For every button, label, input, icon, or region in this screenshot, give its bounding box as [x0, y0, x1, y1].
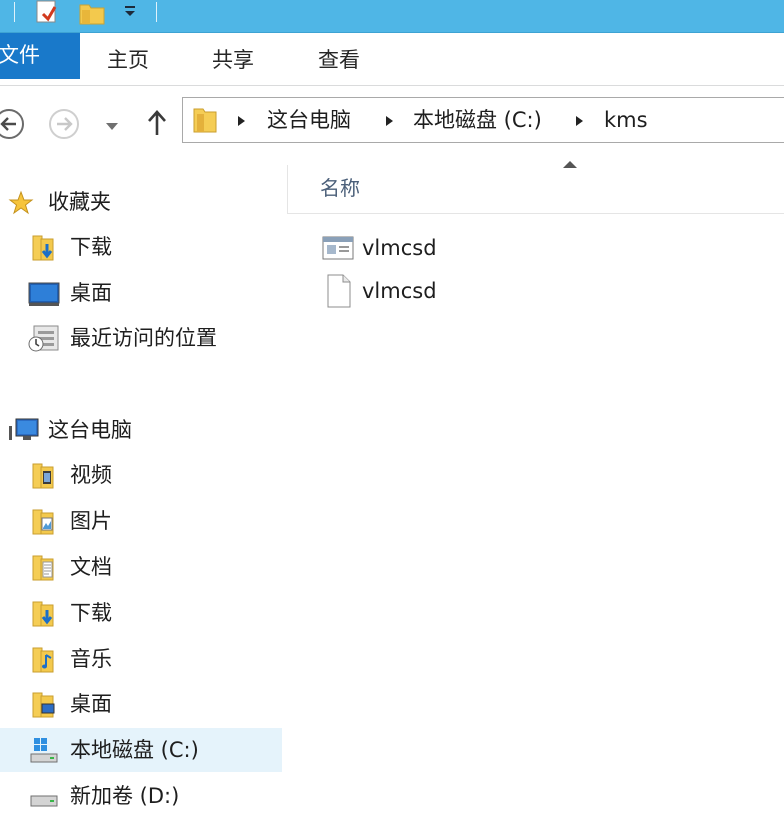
properties-icon[interactable]	[34, 0, 60, 30]
qat-separator	[14, 2, 15, 22]
nav-favorites[interactable]: 收藏夹	[0, 180, 282, 224]
breadcrumb-kms[interactable]: kms	[604, 98, 648, 142]
pictures-folder-icon	[30, 507, 58, 541]
nav-favorites-desktop[interactable]: 桌面	[0, 271, 282, 315]
column-header-name[interactable]: 名称	[287, 165, 784, 214]
nav-label: 下载	[70, 235, 112, 259]
nav-pc-music[interactable]: 音乐	[0, 637, 282, 681]
downloads-folder-icon	[30, 233, 58, 267]
nav-this-pc[interactable]: 这台电脑	[0, 408, 282, 452]
nav-label: 最近访问的位置	[70, 326, 217, 350]
nav-label: 收藏夹	[48, 190, 111, 214]
nav-label: 桌面	[70, 281, 112, 305]
tab-file[interactable]: 文件	[0, 33, 80, 79]
file-list: 名称 vlmcsd vlmcsd	[287, 150, 784, 805]
drive-icon	[28, 790, 60, 814]
tab-home[interactable]: 主页	[107, 33, 149, 85]
desktop-folder-icon	[30, 690, 58, 724]
executable-window-icon	[322, 235, 354, 265]
nav-pc-volume-d[interactable]: 新加卷 (D:)	[0, 774, 282, 818]
navigation-pane: 收藏夹 下载 桌面 最近访问的位置 这台电脑 视频 图片 文档 下载 音乐 桌面…	[0, 160, 286, 808]
tab-view[interactable]: 查看	[318, 33, 360, 85]
nav-label: 音乐	[70, 647, 112, 671]
customize-dropdown-icon[interactable]	[124, 3, 136, 17]
back-arrow-icon[interactable]	[0, 107, 26, 145]
nav-pc-videos[interactable]: 视频	[0, 453, 282, 497]
file-name: vlmcsd	[362, 236, 437, 260]
downloads-folder-icon	[30, 599, 58, 633]
nav-pc-desktop[interactable]: 桌面	[0, 682, 282, 726]
ribbon-tabs: 文件 主页 共享 查看	[0, 33, 784, 86]
folder-icon	[191, 105, 219, 139]
nav-label: 桌面	[70, 692, 112, 716]
nav-label: 文档	[70, 555, 112, 579]
nav-label: 图片	[70, 509, 112, 533]
nav-label: 这台电脑	[48, 418, 132, 442]
file-item[interactable]: vlmcsd	[317, 271, 617, 311]
star-icon	[8, 190, 34, 220]
nav-label: 新加卷 (D:)	[70, 784, 180, 808]
breadcrumb-chevron-icon[interactable]	[576, 116, 583, 126]
nav-label: 本地磁盘 (C:)	[70, 738, 199, 762]
nav-label: 视频	[70, 463, 112, 487]
documents-folder-icon	[30, 553, 58, 587]
tab-share[interactable]: 共享	[212, 33, 254, 85]
nav-label: 下载	[70, 601, 112, 625]
qat-separator	[156, 2, 157, 22]
videos-folder-icon	[30, 461, 58, 495]
breadcrumb-local-disk-c[interactable]: 本地磁盘 (C:)	[413, 98, 542, 142]
file-name: vlmcsd	[362, 279, 437, 303]
nav-favorites-recent[interactable]: 最近访问的位置	[0, 316, 282, 360]
desktop-icon	[28, 281, 60, 311]
address-bar[interactable]: 这台电脑 本地磁盘 (C:) kms	[182, 97, 784, 143]
computer-icon	[6, 418, 40, 448]
system-drive-icon	[28, 736, 60, 770]
blank-document-icon	[326, 274, 352, 312]
new-folder-icon[interactable]	[78, 0, 106, 30]
nav-pc-documents[interactable]: 文档	[0, 545, 282, 589]
music-folder-icon	[30, 645, 58, 679]
recent-locations-dropdown-icon[interactable]	[104, 117, 120, 136]
column-header-label: 名称	[320, 176, 360, 200]
nav-favorites-downloads[interactable]: 下载	[0, 225, 282, 269]
up-arrow-icon[interactable]	[144, 107, 170, 143]
title-bar	[0, 0, 784, 33]
nav-pc-local-disk-c[interactable]: 本地磁盘 (C:)	[0, 728, 282, 772]
breadcrumb-this-pc[interactable]: 这台电脑	[267, 98, 351, 142]
breadcrumb-chevron-icon[interactable]	[386, 116, 393, 126]
forward-arrow-icon[interactable]	[47, 107, 81, 145]
recent-places-icon	[28, 324, 60, 358]
file-item[interactable]: vlmcsd	[317, 228, 617, 268]
nav-pc-downloads[interactable]: 下载	[0, 591, 282, 635]
nav-pc-pictures[interactable]: 图片	[0, 499, 282, 543]
breadcrumb-chevron-icon[interactable]	[238, 116, 245, 126]
